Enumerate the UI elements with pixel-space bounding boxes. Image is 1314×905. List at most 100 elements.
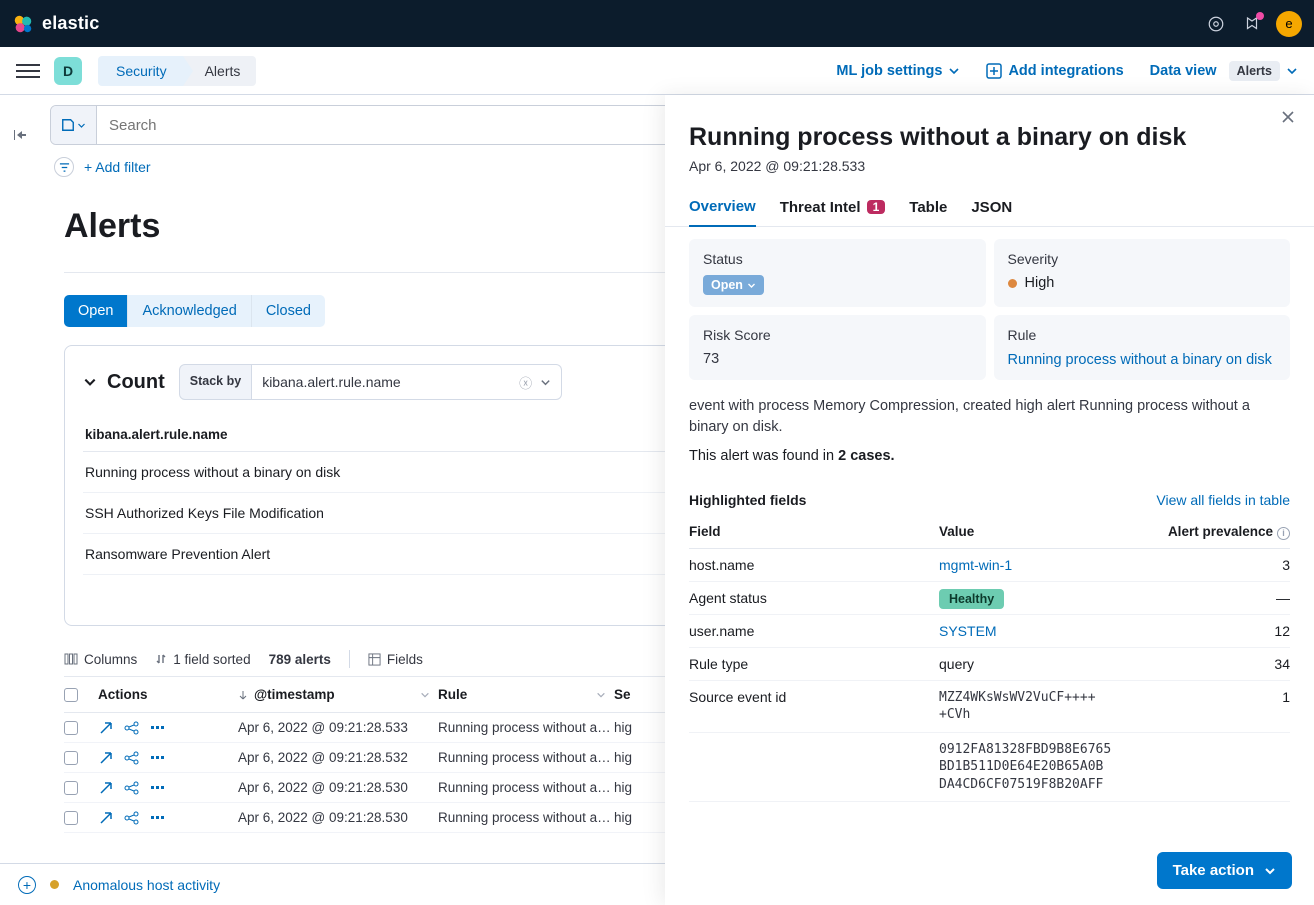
analyze-icon[interactable]	[124, 750, 140, 766]
column-rule[interactable]: Rule	[438, 687, 614, 702]
expand-icon[interactable]	[98, 810, 114, 826]
fields-icon	[368, 653, 381, 666]
nav-bar: D Security Alerts ML job settings Add in…	[0, 47, 1314, 95]
more-actions-icon[interactable]	[150, 750, 166, 766]
breadcrumb-security[interactable]: Security	[98, 56, 183, 86]
more-actions-icon[interactable]	[150, 780, 166, 796]
status-filter-group: Open Acknowledged Closed	[64, 295, 325, 327]
menu-toggle-icon[interactable]	[16, 64, 40, 78]
alert-description: event with process Memory Compression, c…	[689, 396, 1290, 438]
timeline-link[interactable]: Anomalous host activity	[73, 877, 220, 893]
close-icon	[1280, 109, 1296, 125]
tab-table[interactable]: Table	[909, 190, 947, 226]
breadcrumb-alerts: Alerts	[183, 56, 257, 86]
status-dot	[50, 880, 59, 889]
add-filter-button[interactable]: + Add filter	[84, 159, 151, 175]
threat-intel-count-badge: 1	[867, 200, 886, 214]
rule-link[interactable]: Running process without a binary on disk	[1008, 352, 1272, 368]
newsfeed-icon[interactable]	[1236, 8, 1268, 40]
status-dropdown[interactable]: Open	[703, 275, 764, 295]
chevron-down-icon	[420, 690, 430, 700]
clear-stackby-icon[interactable]: ⓧ	[519, 373, 532, 392]
stack-by-select[interactable]: kibana.alert.rule.name ⓧ	[252, 364, 562, 400]
row-checkbox[interactable]	[64, 811, 78, 825]
tab-json[interactable]: JSON	[971, 190, 1012, 226]
chevron-down-icon	[596, 690, 606, 700]
select-all-checkbox[interactable]	[64, 688, 78, 702]
brand-text: elastic	[42, 13, 99, 34]
ml-job-settings-link[interactable]: ML job settings	[836, 63, 960, 79]
flyout-title: Running process without a binary on disk	[689, 123, 1290, 152]
notification-dot	[1256, 12, 1264, 20]
columns-icon	[64, 652, 78, 666]
status-open-button[interactable]: Open	[64, 295, 127, 327]
sort-icon	[155, 653, 167, 665]
hf-row: Agent status Healthy —	[689, 581, 1290, 614]
host-link[interactable]: mgmt-win-1	[939, 557, 1012, 573]
status-acknowledged-button[interactable]: Acknowledged	[127, 295, 250, 327]
sort-button[interactable]: 1 field sorted	[155, 652, 250, 667]
chevron-down-icon	[77, 121, 86, 130]
tab-overview[interactable]: Overview	[689, 190, 756, 227]
hf-row: Rule type query 34	[689, 647, 1290, 680]
data-view-selector[interactable]: Data view Alerts	[1150, 61, 1298, 81]
rule-card: Rule Running process without a binary on…	[994, 315, 1291, 380]
expand-icon[interactable]	[98, 780, 114, 796]
more-actions-icon[interactable]	[150, 810, 166, 826]
user-avatar[interactable]: e	[1276, 11, 1302, 37]
fields-button[interactable]: Fields	[368, 652, 423, 667]
filter-options-icon[interactable]	[54, 157, 74, 177]
data-view-badge: Alerts	[1229, 61, 1280, 81]
plus-square-icon	[986, 63, 1002, 79]
chevron-down-icon	[1264, 865, 1276, 877]
severity-dot-icon	[1008, 279, 1017, 288]
highlighted-fields-table: Field Value Alert prevalencei host.name …	[689, 516, 1290, 802]
analyze-icon[interactable]	[124, 810, 140, 826]
agent-status-badge: Healthy	[939, 589, 1004, 609]
close-flyout-button[interactable]	[1280, 109, 1296, 125]
alert-count-label: 789 alerts	[269, 652, 331, 667]
saved-query-button[interactable]	[51, 106, 97, 144]
expand-icon[interactable]	[98, 720, 114, 736]
column-actions: Actions	[98, 687, 238, 702]
user-link[interactable]: SYSTEM	[939, 623, 997, 639]
sort-desc-icon	[238, 690, 248, 700]
status-closed-button[interactable]: Closed	[251, 295, 325, 327]
info-icon[interactable]: i	[1277, 527, 1290, 540]
help-icon[interactable]	[1200, 8, 1232, 40]
alert-cases-text: This alert was found in 2 cases.	[689, 448, 1290, 464]
row-checkbox[interactable]	[64, 721, 78, 735]
expand-icon[interactable]	[98, 750, 114, 766]
expand-sidebar-icon[interactable]	[12, 127, 28, 143]
hf-row: host.name mgmt-win-1 3	[689, 548, 1290, 581]
hf-row: Source event id MZZ4WKsWsWV2VuCF+++++CVh…	[689, 680, 1290, 732]
row-checkbox[interactable]	[64, 751, 78, 765]
flyout-tabs: Overview Threat Intel 1 Table JSON	[665, 190, 1314, 227]
view-all-fields-link[interactable]: View all fields in table	[1156, 492, 1290, 508]
take-action-button[interactable]: Take action	[1157, 852, 1292, 889]
chevron-down-icon	[540, 377, 551, 388]
space-selector[interactable]: D	[54, 57, 82, 85]
stack-by-label: Stack by	[179, 364, 252, 400]
risk-score-card: Risk Score 73	[689, 315, 986, 380]
highlighted-fields-heading: Highlighted fields	[689, 492, 806, 508]
info-cards: Status Open Severity High Risk Score 73 …	[689, 239, 1290, 380]
column-timestamp[interactable]: @timestamp	[238, 687, 438, 702]
add-timeline-button[interactable]: +	[18, 876, 36, 894]
chevron-down-icon	[747, 281, 756, 290]
tab-threat-intel[interactable]: Threat Intel 1	[780, 190, 886, 226]
elastic-logo-icon	[12, 13, 34, 35]
more-actions-icon[interactable]	[150, 720, 166, 736]
save-icon	[61, 118, 75, 132]
severity-card: Severity High	[994, 239, 1291, 307]
flyout-timestamp: Apr 6, 2022 @ 09:21:28.533	[689, 158, 1290, 174]
global-header: elastic e	[0, 0, 1314, 47]
analyze-icon[interactable]	[124, 720, 140, 736]
add-integrations-link[interactable]: Add integrations	[986, 63, 1123, 79]
count-panel-toggle[interactable]: Count	[83, 371, 165, 394]
analyze-icon[interactable]	[124, 780, 140, 796]
row-checkbox[interactable]	[64, 781, 78, 795]
chevron-down-icon	[1286, 65, 1298, 77]
columns-button[interactable]: Columns	[64, 652, 137, 667]
hf-row: 0912FA81328FBD9B8E6765BD1B511D0E64E20B65…	[689, 732, 1290, 802]
